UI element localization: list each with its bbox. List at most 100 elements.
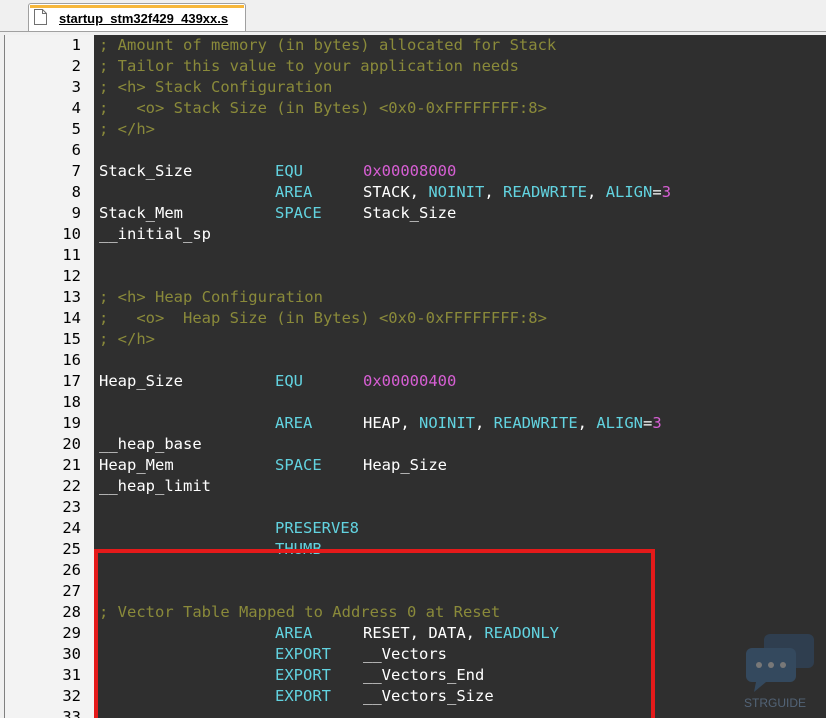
- code-operand: Heap_Size: [363, 456, 447, 474]
- code-label: __initial_sp: [99, 225, 211, 243]
- code-directive: PRESERVE8: [275, 519, 359, 537]
- line-number: 5: [71, 120, 81, 138]
- line-number: 10: [62, 225, 81, 243]
- line-number: 2: [71, 57, 81, 75]
- line-number: 8: [71, 183, 81, 201]
- line-number: 32: [62, 687, 81, 705]
- code-line: 5 ; </h>: [5, 119, 826, 140]
- file-tab-label: startup_stm32f429_439xx.s: [59, 11, 229, 26]
- code-area-args: HEAP, NOINIT, READWRITE, ALIGN=3: [363, 413, 662, 434]
- code-punctuation: ,: [587, 183, 606, 201]
- active-tab-indicator: [30, 5, 244, 8]
- line-number: 15: [62, 330, 81, 348]
- line-number: 20: [62, 435, 81, 453]
- line-number: 22: [62, 477, 81, 495]
- line-number: 23: [62, 498, 81, 516]
- code-line: 7 Stack_Size EQU 0x00008000: [5, 161, 826, 182]
- code-directive: EQU: [275, 372, 303, 390]
- area-align-value: 3: [652, 414, 662, 432]
- line-number: 11: [62, 246, 81, 264]
- code-comment: ; Tailor this value to your application …: [99, 57, 519, 75]
- line-number: 25: [62, 540, 81, 558]
- code-directive: SPACE: [275, 204, 322, 222]
- line-number: 19: [62, 414, 81, 432]
- code-line: 16: [5, 350, 826, 371]
- line-number: 4: [71, 99, 81, 117]
- code-line: 6: [5, 140, 826, 161]
- code-line: 2 ; Tailor this value to your application…: [5, 56, 826, 77]
- area-name: STACK: [363, 183, 410, 201]
- area-attr: ALIGN: [596, 414, 644, 432]
- code-label: Stack_Mem: [99, 204, 183, 222]
- code-directive: AREA: [275, 414, 313, 432]
- line-number: 18: [62, 393, 81, 411]
- code-punctuation: ,: [400, 414, 419, 432]
- line-number: 24: [62, 519, 81, 537]
- code-comment: ; <h> Stack Configuration: [99, 78, 333, 96]
- file-tab[interactable]: startup_stm32f429_439xx.s: [28, 3, 246, 31]
- code-punctuation: =: [652, 183, 662, 201]
- code-punctuation: =: [643, 414, 653, 432]
- code-comment: ; <o> Heap Size (in Bytes) <0x0-0xFFFFFF…: [99, 309, 547, 327]
- code-line: 15 ; </h>: [5, 329, 826, 350]
- line-number: 16: [62, 351, 81, 369]
- code-label: Heap_Mem: [99, 456, 174, 474]
- watermark-text: STRGUIDE: [744, 696, 807, 710]
- line-number: 28: [62, 603, 81, 621]
- tab-bar: startup_stm32f429_439xx.s: [0, 0, 826, 32]
- code-line: 19 AREA HEAP, NOINIT, READWRITE, ALIGN=3: [5, 413, 826, 434]
- code-operand: Stack_Size: [363, 204, 457, 222]
- code-comment: ; </h>: [99, 120, 155, 138]
- line-number: 14: [62, 309, 81, 327]
- code-directive: EQU: [275, 162, 303, 180]
- code-line: 3 ; <h> Stack Configuration: [5, 77, 826, 98]
- area-name: HEAP: [363, 414, 401, 432]
- code-line: 4 ; <o> Stack Size (in Bytes) <0x0-0xFFFF…: [5, 98, 826, 119]
- code-line: 12: [5, 266, 826, 287]
- code-line: 13 ; <h> Heap Configuration: [5, 287, 826, 308]
- line-number: 1: [71, 36, 81, 54]
- code-line: 20 __heap_base: [5, 434, 826, 455]
- area-attr: READWRITE: [503, 183, 588, 201]
- code-comment: ; </h>: [99, 330, 155, 348]
- code-line: 17 Heap_Size EQU 0x00000400: [5, 371, 826, 392]
- line-number: 26: [62, 561, 81, 579]
- code-directive: AREA: [275, 183, 313, 201]
- code-label: __heap_base: [99, 435, 202, 453]
- code-punctuation: ,: [577, 414, 597, 432]
- line-number: 31: [62, 666, 81, 684]
- code-line: 14 ; <o> Heap Size (in Bytes) <0x0-0xFFFF…: [5, 308, 826, 329]
- line-number: 3: [71, 78, 81, 96]
- highlight-box: [94, 549, 655, 718]
- code-line: 10 __initial_sp: [5, 224, 826, 245]
- code-comment: ; Amount of memory (in bytes) allocated …: [99, 36, 557, 54]
- code-editor[interactable]: 1 ; Amount of memory (in bytes) allocated…: [4, 35, 826, 718]
- line-number: 13: [62, 288, 81, 306]
- area-attr: NOINIT: [419, 414, 475, 432]
- code-line: 23: [5, 497, 826, 518]
- area-attr: READWRITE: [493, 414, 578, 432]
- file-icon: [34, 9, 47, 25]
- code-line: 8 AREA STACK, NOINIT, READWRITE, ALIGN=3: [5, 182, 826, 203]
- line-number: 6: [71, 141, 81, 159]
- line-number: 9: [71, 204, 81, 222]
- code-label: __heap_limit: [99, 477, 211, 495]
- code-line: 24 PRESERVE8: [5, 518, 826, 539]
- code-line: 18: [5, 392, 826, 413]
- code-comment: ; <o> Stack Size (in Bytes) <0x0-0xFFFFF…: [99, 99, 547, 117]
- line-number: 17: [62, 372, 81, 390]
- code-number: 0x00000400: [363, 372, 457, 390]
- line-number: 27: [62, 582, 81, 600]
- line-number: 7: [71, 162, 81, 180]
- line-number: 30: [62, 645, 81, 663]
- code-line: 1 ; Amount of memory (in bytes) allocated…: [5, 35, 826, 56]
- line-number: 12: [62, 267, 81, 285]
- code-area-args: STACK, NOINIT, READWRITE, ALIGN=3: [363, 182, 671, 203]
- line-number: 21: [62, 456, 81, 474]
- code-punctuation: ,: [484, 183, 504, 201]
- code-number: 0x00008000: [363, 162, 457, 180]
- chat-bubble-icon: [746, 634, 814, 692]
- code-line: 22 __heap_limit: [5, 476, 826, 497]
- area-align-value: 3: [661, 183, 672, 201]
- code-punctuation: ,: [409, 183, 429, 201]
